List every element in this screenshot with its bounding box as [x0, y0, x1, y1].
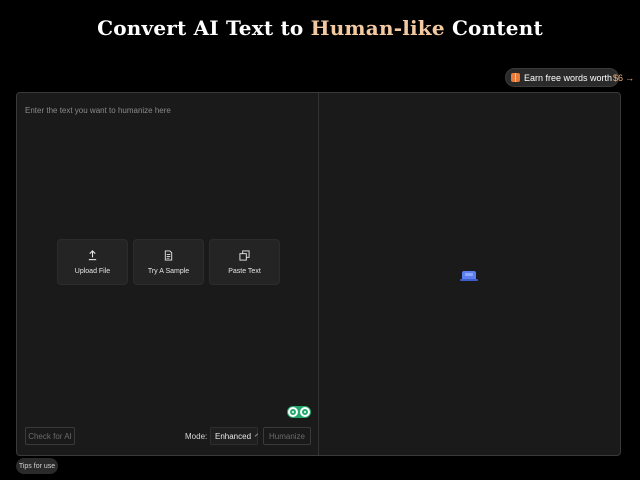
title-part1: Convert AI Text to [97, 16, 311, 40]
paste-text-button[interactable]: Paste Text [209, 239, 280, 285]
grammarly-badge[interactable] [287, 406, 311, 418]
mode-label: Mode: [185, 432, 208, 441]
loading-icon [460, 271, 478, 281]
gift-icon [511, 73, 520, 82]
mode-select[interactable]: Enhanced [210, 427, 259, 445]
humanizer-panel: Enter the text you want to humanize here… [16, 92, 621, 456]
try-sample-label: Try A Sample [147, 267, 190, 275]
bulb-icon [288, 407, 298, 417]
check-for-ai-button[interactable]: Check for AI [25, 427, 75, 445]
title-accent: Human-like [310, 16, 445, 40]
arrow-right-icon: → [625, 72, 635, 83]
mode-value: Enhanced [215, 431, 252, 441]
humanize-button[interactable]: Humanize [263, 427, 311, 445]
grammarly-icon [300, 407, 310, 417]
text-input[interactable]: Enter the text you want to humanize here [25, 106, 171, 115]
title-part2: Content [444, 16, 543, 40]
upload-file-button[interactable]: Upload File [57, 239, 128, 285]
upload-icon [88, 249, 97, 260]
upload-file-label: Upload File [74, 267, 111, 275]
earn-free-words-button[interactable]: Earn free words worth $6 → [505, 68, 634, 87]
page-title: Convert AI Text to Human-like Content [0, 16, 640, 40]
earn-text: Earn free words worth [524, 72, 613, 83]
tips-for-use-button[interactable]: Tips for use [16, 458, 58, 474]
chevron-down-icon [254, 432, 259, 437]
input-actions: Upload File Try A Sample Paste Text [57, 239, 280, 285]
try-sample-button[interactable]: Try A Sample [133, 239, 204, 285]
copy-icon [239, 249, 250, 261]
document-icon [164, 249, 173, 261]
paste-text-label: Paste Text [228, 267, 261, 275]
panel-divider [318, 93, 319, 455]
earn-amount: $6 [613, 72, 624, 83]
